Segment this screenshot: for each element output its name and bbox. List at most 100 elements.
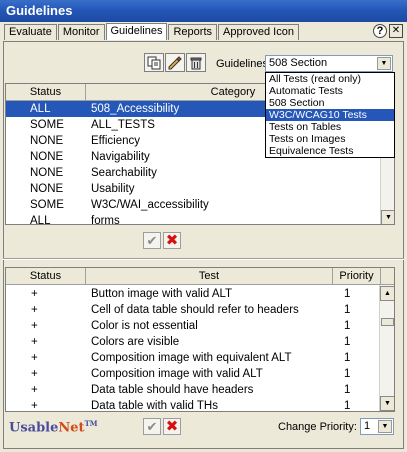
test-status-cell: + [31, 384, 38, 396]
status-cell: ALL [30, 103, 51, 115]
test-priority-cell: 1 [344, 320, 351, 332]
tab-approved-icon[interactable]: Approved Icon [218, 24, 299, 40]
test-name-cell: Cell of data table should refer to heade… [91, 304, 299, 316]
test-row[interactable]: + Data table should have headers 1 [6, 382, 379, 398]
status-cell: SOME [30, 199, 64, 211]
category-cell: W3C/WAI_accessibility [91, 199, 209, 211]
category-cell: Searchability [91, 167, 157, 179]
chevron-down-icon[interactable]: ▼ [378, 420, 392, 433]
test-name-cell: Color is not essential [91, 320, 198, 332]
tab-bar: Evaluate Monitor Guidelines Reports Appr… [4, 23, 300, 41]
status-cell: ALL [30, 215, 51, 225]
tab-evaluate[interactable]: Evaluate [4, 24, 57, 40]
category-cell: ALL_TESTS [91, 119, 155, 131]
category-row[interactable]: ALL forms [6, 213, 381, 225]
test-priority-cell: 1 [344, 336, 351, 348]
status-cell: SOME [30, 119, 64, 131]
dropdown-option[interactable]: Tests on Tables [266, 121, 394, 133]
window-title-bar: Guidelines [0, 0, 407, 22]
column-header-status[interactable]: Status [6, 84, 86, 101]
test-status-cell: + [31, 336, 38, 348]
column-header-priority[interactable]: Priority [333, 268, 381, 285]
status-cell: NONE [30, 135, 64, 147]
scroll-up-icon[interactable]: ▲ [380, 286, 394, 301]
dropdown-option[interactable]: Automatic Tests [266, 85, 394, 97]
copy-icon [147, 56, 161, 69]
test-status-cell: + [31, 288, 38, 300]
edit-icon [168, 55, 182, 69]
category-cell: Navigability [91, 151, 150, 163]
test-table: Status Test Priority + Button image with… [5, 267, 395, 412]
tab-reports[interactable]: Reports [168, 24, 218, 40]
test-priority-cell: 1 [344, 400, 351, 412]
column-header-test[interactable]: Test [86, 268, 333, 285]
copy-button[interactable] [144, 53, 164, 72]
priority-select-value: 1 [364, 420, 371, 432]
test-status-cell: + [31, 320, 38, 332]
test-name-cell: Button image with valid ALT [91, 288, 233, 300]
category-cell: Efficiency [91, 135, 141, 147]
test-status-cell: + [31, 304, 38, 316]
test-priority-cell: 1 [344, 384, 351, 396]
category-row[interactable]: NONE Usability [6, 181, 381, 197]
test-scrollbar[interactable]: ▲ ▼ [379, 285, 394, 411]
scroll-down-icon[interactable]: ▼ [381, 210, 394, 224]
status-cell: NONE [30, 151, 64, 163]
test-status-cell: + [31, 368, 38, 380]
category-cell: 508_Accessibility [91, 103, 180, 115]
priority-select[interactable]: 1 ▼ [360, 418, 394, 435]
test-row[interactable]: + Cell of data table should refer to hea… [6, 302, 379, 318]
status-cell: NONE [30, 167, 64, 179]
test-table-header: Status Test Priority [6, 268, 394, 285]
chevron-down-icon[interactable]: ▼ [377, 57, 391, 70]
scroll-down-icon[interactable]: ▼ [380, 396, 394, 411]
change-priority-label: Change Priority: [278, 421, 357, 433]
guidelines-select[interactable]: 508 Section ▼ [265, 55, 393, 72]
apply-priority-button[interactable]: ✔ [143, 418, 161, 435]
tab-monitor[interactable]: Monitor [57, 24, 105, 40]
test-priority-cell: 1 [344, 352, 351, 364]
test-name-cell: Data table should have headers [91, 384, 254, 396]
test-priority-cell: 1 [344, 288, 351, 300]
dropdown-option[interactable]: 508 Section [266, 97, 394, 109]
category-cell: forms [91, 215, 120, 225]
test-name-cell: Composition image with valid ALT [91, 368, 263, 380]
test-priority-cell: 1 [344, 368, 351, 380]
test-name-cell: Colors are visible [91, 336, 180, 348]
test-row[interactable]: + Data table with valid THs 1 [6, 398, 379, 412]
dropdown-option[interactable]: All Tests (read only) [266, 73, 394, 85]
test-row[interactable]: + Color is not essential 1 [6, 318, 379, 334]
guidelines-label: Guidelines: [216, 58, 272, 70]
guidelines-select-value: 508 Section [269, 57, 328, 69]
apply-category-button[interactable]: ✔ [143, 232, 161, 249]
test-row[interactable]: + Button image with valid ALT 1 [6, 286, 379, 302]
window-title: Guidelines [6, 3, 73, 18]
dropdown-option[interactable]: Equivalence Tests [266, 145, 394, 157]
status-cell: NONE [30, 183, 64, 195]
category-row[interactable]: SOME W3C/WAI_accessibility [6, 197, 381, 213]
dropdown-option-highlighted[interactable]: W3C/WCAG10 Tests [266, 109, 394, 121]
test-name-cell: Composition image with equivalent ALT [91, 352, 292, 364]
help-button[interactable]: ? [373, 24, 387, 38]
test-row[interactable]: + Composition image with equivalent ALT … [6, 350, 379, 366]
divider [3, 258, 404, 260]
test-priority-cell: 1 [344, 304, 351, 316]
cancel-priority-button[interactable]: ✖ [163, 418, 181, 435]
test-status-cell: + [31, 400, 38, 412]
test-status-cell: + [31, 352, 38, 364]
scroll-thumb[interactable] [381, 318, 394, 326]
column-header-status[interactable]: Status [6, 268, 86, 285]
delete-icon [190, 57, 202, 69]
edit-button[interactable] [165, 53, 185, 72]
dropdown-option[interactable]: Tests on Images [266, 133, 394, 145]
guidelines-dropdown-list[interactable]: All Tests (read only) Automatic Tests 50… [265, 72, 395, 158]
category-row[interactable]: NONE Searchability [6, 165, 381, 181]
tab-guidelines[interactable]: Guidelines [105, 23, 168, 40]
category-cell: Usability [91, 183, 135, 195]
close-button[interactable]: ✕ [389, 24, 403, 38]
test-name-cell: Data table with valid THs [91, 400, 218, 412]
test-row[interactable]: + Composition image with valid ALT 1 [6, 366, 379, 382]
cancel-category-button[interactable]: ✖ [163, 232, 181, 249]
test-row[interactable]: + Colors are visible 1 [6, 334, 379, 350]
delete-button[interactable] [186, 53, 206, 72]
